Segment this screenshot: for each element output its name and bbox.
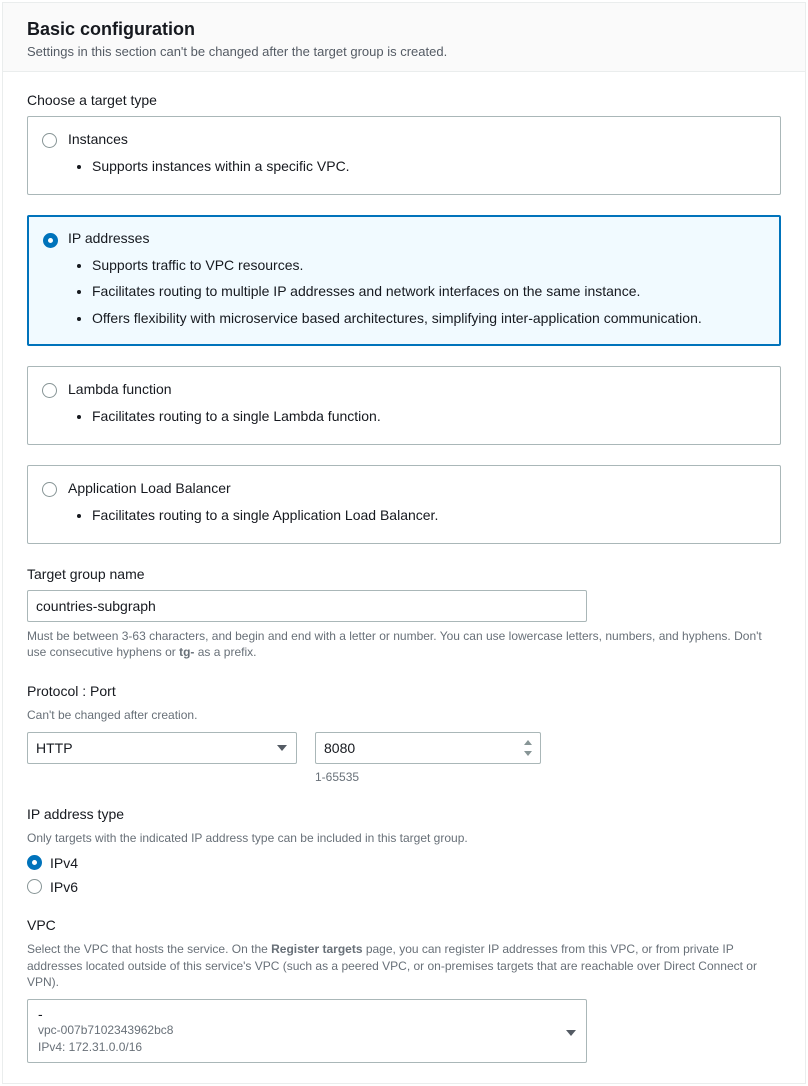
helper-text: Select the VPC that hosts the service. O… — [27, 942, 271, 956]
radio-icon — [42, 133, 57, 148]
protocol-select[interactable] — [27, 732, 297, 764]
option-title: IP addresses — [68, 230, 764, 246]
target-group-name-section: Target group name Must be between 3-63 c… — [27, 566, 781, 662]
vpc-label: VPC — [27, 917, 781, 933]
ip-type-ipv6[interactable]: IPv6 — [27, 879, 781, 895]
helper-text: as a prefix. — [194, 645, 256, 659]
protocol-select-value[interactable] — [27, 732, 297, 764]
ip-type-section: IP address type Only targets with the in… — [27, 806, 781, 895]
stepper-down-icon[interactable] — [521, 748, 535, 758]
panel-subtitle: Settings in this section can't be change… — [27, 44, 781, 59]
option-title: Application Load Balancer — [68, 480, 764, 496]
bullet: Supports instances within a specific VPC… — [92, 153, 764, 180]
radio-icon — [27, 855, 42, 870]
ip-type-label: IP address type — [27, 806, 781, 822]
bullet: Facilitates routing to a single Lambda f… — [92, 403, 764, 430]
target-type-ip-addresses[interactable]: IP addresses Supports traffic to VPC res… — [27, 215, 781, 347]
basic-configuration-panel: Basic configuration Settings in this sec… — [2, 2, 806, 1084]
stepper-up-icon[interactable] — [521, 737, 535, 747]
helper-bold: Register targets — [271, 942, 362, 956]
port-stepper — [521, 736, 537, 760]
vpc-select-name: - — [38, 1006, 556, 1022]
bullet: Facilitates routing to multiple IP addre… — [92, 278, 764, 305]
protocol-port-section: Protocol : Port Can't be changed after c… — [27, 683, 781, 784]
radio-label: IPv6 — [50, 879, 78, 895]
panel-body: Choose a target type Instances Supports … — [3, 72, 805, 1083]
protocol-port-row: 1-65535 — [27, 732, 781, 784]
ip-type-ipv4[interactable]: IPv4 — [27, 855, 781, 871]
vpc-select-id: vpc-007b7102343962bc8 — [38, 1022, 556, 1039]
target-group-name-input[interactable] — [27, 590, 587, 622]
vpc-helper: Select the VPC that hosts the service. O… — [27, 941, 781, 991]
target-type-section: Choose a target type Instances Supports … — [27, 92, 781, 544]
option-title: Lambda function — [68, 381, 764, 397]
target-type-lambda[interactable]: Lambda function Facilitates routing to a… — [27, 366, 781, 445]
bullet: Facilitates routing to a single Applicat… — [92, 502, 764, 529]
panel-title: Basic configuration — [27, 19, 781, 40]
bullet: Offers flexibility with microservice bas… — [92, 305, 764, 332]
radio-icon — [42, 482, 57, 497]
port-input[interactable] — [315, 732, 541, 764]
target-group-name-label: Target group name — [27, 566, 781, 582]
target-type-label: Choose a target type — [27, 92, 781, 108]
option-bullets: Supports instances within a specific VPC… — [68, 153, 764, 180]
option-bullets: Facilitates routing to a single Lambda f… — [68, 403, 764, 430]
vpc-select-cidr: IPv4: 172.31.0.0/16 — [38, 1039, 556, 1056]
radio-icon — [27, 879, 42, 894]
radio-icon — [43, 233, 58, 248]
vpc-select[interactable]: - vpc-007b7102343962bc8 IPv4: 172.31.0.0… — [27, 999, 587, 1063]
protocol-port-sublabel: Can't be changed after creation. — [27, 707, 781, 724]
panel-header: Basic configuration Settings in this sec… — [3, 3, 805, 72]
option-bullets: Facilitates routing to a single Applicat… — [68, 502, 764, 529]
port-input-wrap — [315, 732, 541, 764]
option-title: Instances — [68, 131, 764, 147]
target-type-options: Instances Supports instances within a sp… — [27, 116, 781, 544]
helper-text: Must be between 3-63 characters, and beg… — [27, 629, 762, 660]
vpc-section: VPC Select the VPC that hosts the servic… — [27, 917, 781, 1063]
protocol-port-label: Protocol : Port — [27, 683, 781, 699]
option-bullets: Supports traffic to VPC resources. Facil… — [68, 252, 764, 332]
target-group-name-helper: Must be between 3-63 characters, and beg… — [27, 628, 781, 662]
port-column: 1-65535 — [315, 732, 541, 784]
port-range-hint: 1-65535 — [315, 770, 541, 784]
bullet: Supports traffic to VPC resources. — [92, 252, 764, 279]
caret-down-icon — [566, 1023, 576, 1039]
ip-type-sublabel: Only targets with the indicated IP addre… — [27, 830, 781, 847]
helper-bold: tg- — [179, 645, 194, 659]
target-type-instances[interactable]: Instances Supports instances within a sp… — [27, 116, 781, 195]
radio-icon — [42, 383, 57, 398]
radio-label: IPv4 — [50, 855, 78, 871]
target-type-alb[interactable]: Application Load Balancer Facilitates ro… — [27, 465, 781, 544]
